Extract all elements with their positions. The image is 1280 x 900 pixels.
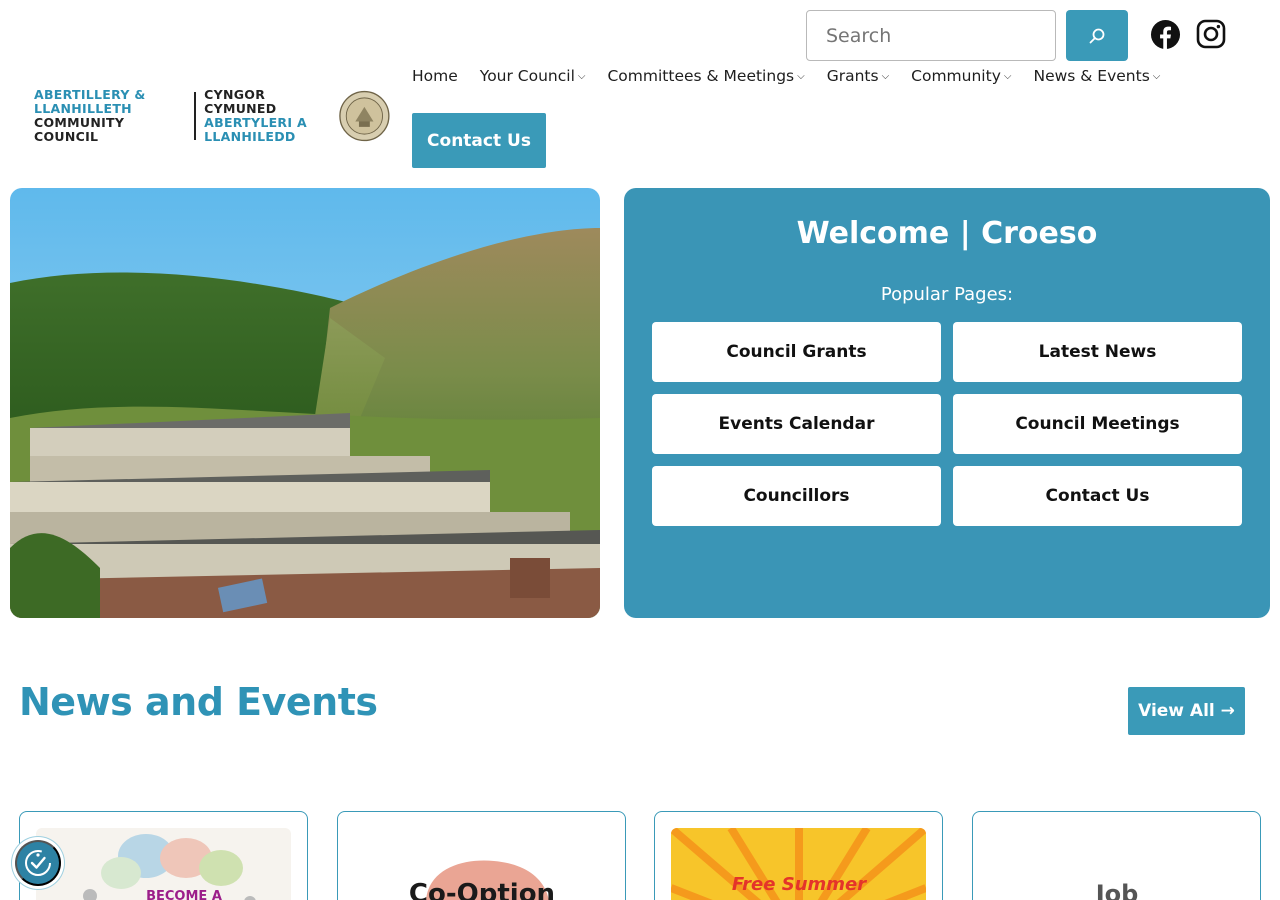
instagram-icon [1196,19,1226,49]
chevron-down-icon: ⌵ [881,70,890,82]
councillors-button[interactable]: Councillors [652,466,941,526]
card-image-text: Free Summer [732,874,867,895]
latest-news-button[interactable]: Latest News [953,322,1242,382]
facebook-icon [1150,19,1180,49]
search-icon [1089,28,1105,43]
logo-en-line3: COMMUNITY COUNCIL [34,115,125,144]
nav-item-label: Your Council [479,67,575,85]
nav-item-community[interactable]: Community ⌵ [911,66,1011,86]
nav-item-label: Grants [826,67,879,85]
facebook-link[interactable] [1149,18,1181,50]
chevron-down-icon: ⌵ [577,70,586,82]
welcome-panel: Welcome | Croeso Popular Pages: Council … [624,188,1270,618]
popular-pages-label: Popular Pages: [880,284,1014,305]
events-calendar-button[interactable]: Events Calendar [652,394,941,454]
nav-item-label: News & Events [1033,67,1150,85]
nav-item-label: Home [412,67,458,85]
search-button[interactable] [1066,10,1128,61]
nav-item-news-events[interactable]: News & Events ⌵ [1033,66,1160,86]
logo-welsh: CYNGOR CYMUNED ABERTYLERI A LLANHILEDD [204,88,329,144]
news-card-image: BECOME A [36,828,291,900]
nav-item-your-council[interactable]: Your Council ⌵ [480,66,586,86]
news-card-image: Co-Option [354,828,609,900]
nav-item-home[interactable]: Home [412,66,458,86]
card-image-text: Co-Option [409,879,555,900]
welcome-title: Welcome | Croeso [796,216,1098,251]
news-section-title: News and Events [19,680,378,724]
council-meetings-button[interactable]: Council Meetings [953,394,1242,454]
chevron-down-icon: ⌵ [1003,70,1012,82]
site-logo[interactable]: ABERTILLERY & LLANHILLETH COMMUNITY COUN… [34,86,390,146]
news-card-image: Job [989,828,1244,900]
instagram-link[interactable] [1195,18,1227,50]
council-grants-button[interactable]: Council Grants [652,322,941,382]
logo-english: ABERTILLERY & LLANHILLETH COMMUNITY COUN… [34,88,178,144]
nav-item-label: Community [911,67,1001,85]
council-seal-icon [339,90,390,142]
logo-divider [194,92,197,140]
contact-us-button[interactable]: Contact Us [953,466,1242,526]
card-image-text: Job [1094,880,1139,900]
nav-item-label: Committees & Meetings [607,67,795,85]
hero-valley-image [10,188,600,618]
logo-cy-line2: ABERTYLERI A [204,115,307,130]
accessibility-icon [25,850,51,876]
chevron-down-icon: ⌵ [797,70,805,82]
news-card[interactable]: Free Summer [654,811,943,900]
logo-en-line2: LLANHILLETH [34,101,132,116]
accessibility-button[interactable] [15,840,61,886]
news-card[interactable]: Co-Option [337,811,626,900]
view-all-button[interactable]: View All → [1128,687,1245,735]
chevron-down-icon: ⌵ [1152,70,1161,82]
news-card-image: Free Summer [671,828,926,900]
news-card[interactable]: BECOME A [19,811,308,900]
logo-cy-line3: LLANHILEDD [204,129,296,144]
card-image-text: BECOME A [146,889,222,900]
logo-cy-line1: CYNGOR CYMUNED [204,87,277,116]
nav-item-committees-meetings[interactable]: Committees & Meetings ⌵ [607,66,804,86]
nav-contact-button[interactable]: Contact Us [412,113,546,168]
search-input[interactable] [806,10,1056,61]
main-navigation: Home Your Council ⌵ Committees & Meeting… [412,66,1182,86]
logo-en-line1: ABERTILLERY & [34,87,146,102]
news-card[interactable]: Job [972,811,1261,900]
nav-item-grants[interactable]: Grants ⌵ [827,66,889,86]
